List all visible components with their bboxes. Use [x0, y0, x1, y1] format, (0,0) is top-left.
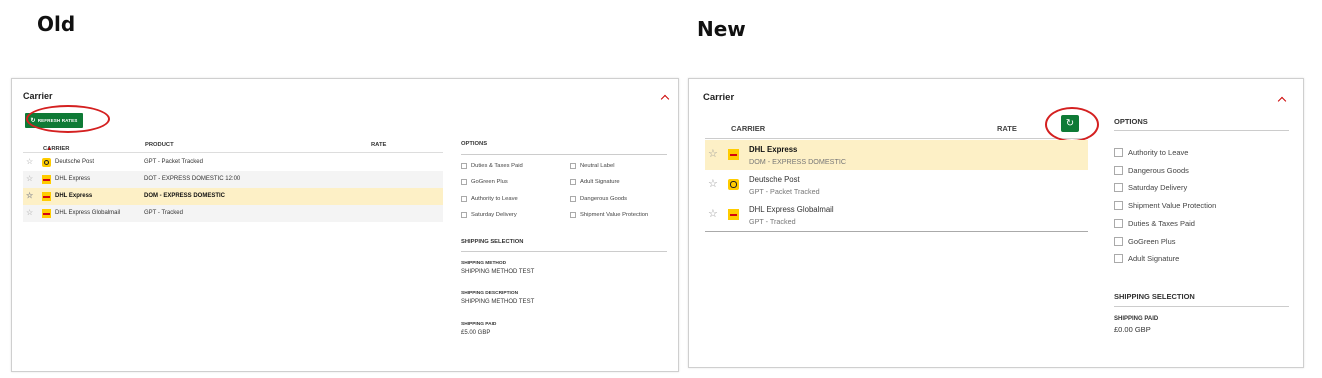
- option-checkbox[interactable]: Saturday Delivery: [461, 212, 517, 218]
- highlight-ellipse: [26, 105, 110, 133]
- sort-asc-icon: ▲: [47, 146, 52, 152]
- new-label: New: [697, 17, 746, 41]
- shipping-description-value: SHIPPING METHOD TEST: [461, 299, 535, 305]
- divider: [705, 231, 1088, 232]
- shipping-method-label: SHIPPING METHOD: [461, 261, 507, 266]
- table-header: CARRIER ▲ PRODUCT RATE: [23, 138, 443, 153]
- carrier-column-header[interactable]: CARRIER: [731, 124, 765, 133]
- table-row[interactable]: ☆ DHL Express Globalmail GPT - Tracked: [23, 205, 443, 222]
- table-row-selected[interactable]: ☆ DHL Express DOM - EXPRESS DOMESTIC: [705, 140, 1088, 170]
- carrier-name: Deutsche Post: [749, 175, 800, 184]
- table-row[interactable]: ☆ DHL Express DOT - EXPRESS DOMESTIC 12:…: [23, 171, 443, 188]
- product-name: GPT - Tracked: [144, 210, 183, 216]
- panel-title: Carrier: [23, 91, 53, 101]
- panel-title: Carrier: [703, 92, 735, 103]
- option-checkbox[interactable]: Shipment Value Protection: [570, 212, 648, 218]
- option-checkbox[interactable]: Saturday Delivery: [1114, 183, 1187, 192]
- shipping-paid-value: £5.00 GBP: [461, 330, 491, 336]
- product-name: GPT - Packet Tracked: [144, 159, 203, 165]
- chevron-up-icon[interactable]: [1277, 96, 1287, 106]
- dhl-logo-icon: [42, 175, 51, 184]
- deutsche-post-logo-icon: [42, 158, 51, 167]
- option-checkbox[interactable]: Authority to Leave: [1114, 148, 1188, 157]
- deutsche-post-logo-icon: [728, 179, 739, 190]
- dhl-logo-icon: [728, 149, 739, 160]
- shipping-paid-label: SHIPPING PAID: [1114, 316, 1159, 322]
- option-checkbox[interactable]: Duties & Taxes Paid: [1114, 219, 1195, 228]
- carrier-name: DHL Express: [55, 176, 91, 182]
- star-icon[interactable]: ☆: [26, 191, 33, 200]
- carrier-name: Deutsche Post: [55, 159, 95, 165]
- table-row-selected[interactable]: ☆ DHL Express DOM - EXPRESS DOMESTIC: [23, 188, 443, 205]
- divider: [1114, 130, 1289, 131]
- star-icon[interactable]: ☆: [708, 147, 718, 160]
- option-checkbox[interactable]: Dangerous Goods: [1114, 166, 1189, 175]
- dhl-logo-icon: [42, 192, 51, 201]
- table-header: CARRIER RATE: [705, 119, 1088, 139]
- shipping-description-label: SHIPPING DESCRIPTION: [461, 291, 519, 296]
- new-carrier-panel: Carrier CARRIER RATE ↻ ☆ DHL Express DOM…: [688, 78, 1304, 368]
- option-checkbox[interactable]: Authority to Leave: [461, 196, 518, 202]
- rate-column-header[interactable]: RATE: [997, 124, 1017, 133]
- carrier-name: DHL Express: [55, 193, 93, 199]
- star-icon[interactable]: ☆: [708, 207, 718, 220]
- product-name: GPT - Packet Tracked: [749, 187, 820, 196]
- table-row[interactable]: ☆ DHL Express Globalmail GPT - Tracked: [705, 200, 1088, 230]
- dhl-logo-icon: [42, 209, 51, 218]
- chevron-up-icon[interactable]: [660, 94, 670, 104]
- option-checkbox[interactable]: Adult Signature: [1114, 254, 1179, 263]
- divider: [461, 251, 667, 252]
- table-row[interactable]: ☆ Deutsche Post GPT - Packet Tracked: [705, 170, 1088, 200]
- product-name: DOM - EXPRESS DOMESTIC: [144, 193, 226, 199]
- product-column-header[interactable]: PRODUCT: [145, 142, 174, 148]
- old-label: Old: [37, 12, 76, 36]
- shipping-paid-label: SHIPPING PAID: [461, 322, 497, 327]
- rate-column-header[interactable]: RATE: [371, 142, 386, 148]
- highlight-ellipse: [1045, 107, 1099, 142]
- carrier-name: DHL Express Globalmail: [55, 210, 121, 216]
- shipping-selection-title: SHIPPING SELECTION: [1114, 292, 1195, 301]
- option-checkbox[interactable]: Neutral Label: [570, 163, 614, 169]
- star-icon[interactable]: ☆: [708, 177, 718, 190]
- star-icon[interactable]: ☆: [26, 157, 33, 166]
- option-checkbox[interactable]: Shipment Value Protection: [1114, 201, 1216, 210]
- option-checkbox[interactable]: Adult Signature: [570, 179, 620, 185]
- star-icon[interactable]: ☆: [26, 208, 33, 217]
- shipping-selection-title: SHIPPING SELECTION: [461, 239, 524, 245]
- divider: [461, 154, 667, 155]
- shipping-method-value: SHIPPING METHOD TEST: [461, 269, 535, 275]
- option-checkbox[interactable]: GoGreen Plus: [1114, 237, 1176, 246]
- product-name: DOM - EXPRESS DOMESTIC: [749, 157, 847, 166]
- product-name: DOT - EXPRESS DOMESTIC 12:00: [144, 176, 241, 182]
- option-checkbox[interactable]: Duties & Taxes Paid: [461, 163, 523, 169]
- divider: [1114, 306, 1289, 307]
- shipping-paid-value: £0.00 GBP: [1114, 325, 1151, 334]
- options-title: OPTIONS: [461, 141, 488, 147]
- option-checkbox[interactable]: Dangerous Goods: [570, 196, 627, 202]
- product-name: GPT - Tracked: [749, 217, 796, 226]
- carrier-name: DHL Express Globalmail: [749, 205, 834, 214]
- old-carrier-panel: Carrier ↻ REFRESH RATES CARRIER ▲ PRODUCT…: [11, 78, 679, 372]
- carrier-name: DHL Express: [749, 145, 798, 154]
- star-icon[interactable]: ☆: [26, 174, 33, 183]
- option-checkbox[interactable]: GoGreen Plus: [461, 179, 508, 185]
- dhl-logo-icon: [728, 209, 739, 220]
- options-title: OPTIONS: [1114, 117, 1148, 126]
- table-row[interactable]: ☆ Deutsche Post GPT - Packet Tracked: [23, 154, 443, 171]
